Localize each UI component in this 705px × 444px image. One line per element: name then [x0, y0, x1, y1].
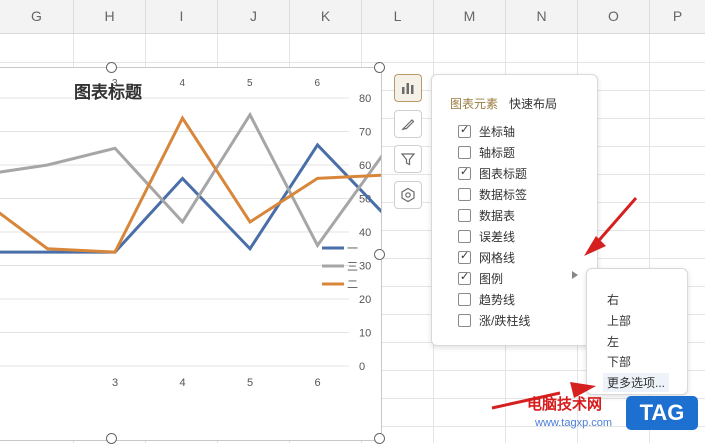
- watermark-logo: TAG: [626, 396, 698, 430]
- watermark-url: www.tagxp.com: [535, 417, 613, 429]
- red-arrow-icon: [584, 197, 638, 256]
- watermark-text: 电脑技术网: [527, 396, 603, 413]
- annotation-arrows: [491, 197, 638, 410]
